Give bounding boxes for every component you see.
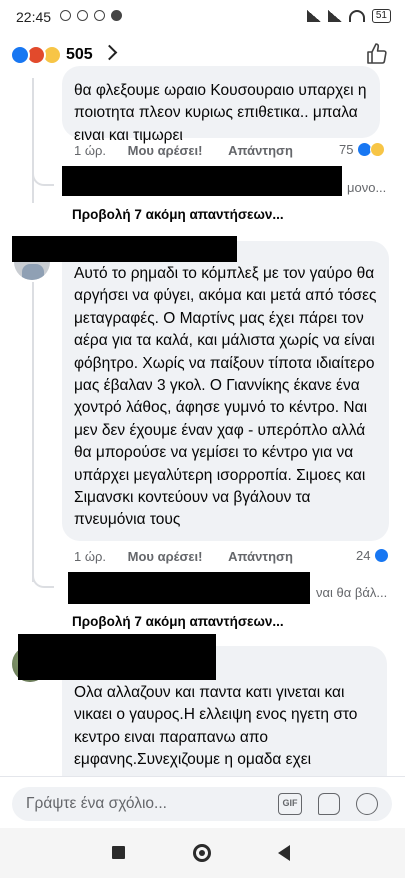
emoji-icon[interactable]	[356, 793, 378, 815]
thread-line	[32, 78, 34, 203]
comment-bubble[interactable]: θα φλεξουμε ωραιο Κουσουραιο υπαρχει η π…	[62, 66, 380, 144]
whatsapp-icon	[77, 10, 88, 21]
comment-reaction-count: 24	[356, 548, 371, 563]
comment-meta: 1 ώρ. Μου αρέσει! Απάντηση	[74, 549, 293, 564]
like-outline-icon[interactable]	[365, 42, 389, 66]
comment-reaction-count: 75	[339, 142, 354, 157]
comment-input[interactable]	[26, 787, 266, 821]
redacted-commenter-name	[12, 236, 237, 262]
comment-text: Ολα αλλαζουν και παντα κατι γινεται και …	[74, 684, 358, 769]
redacted-commenter-name	[18, 634, 216, 680]
comment-time: 1 ώρ.	[74, 549, 106, 564]
like-link[interactable]: Μου αρέσει!	[128, 143, 203, 158]
sync-icon	[60, 10, 71, 21]
redacted-reply-author	[62, 166, 342, 196]
comment-bubble[interactable]: Αυτό το ρημαδι το κόμπλεξ με τον γαύρο θ…	[62, 241, 389, 541]
home-icon[interactable]	[193, 844, 211, 862]
wifi-icon	[348, 10, 365, 22]
reply-connector	[32, 172, 54, 186]
like-reaction-icon	[10, 45, 30, 65]
like-reaction-icon	[374, 548, 390, 563]
signal-icon	[306, 10, 321, 22]
reply-link[interactable]: Απάντηση	[228, 549, 293, 564]
gif-icon[interactable]: GIF	[278, 793, 302, 815]
comment-text: Αυτό το ρημαδι το κόμπλεξ με τον γαύρο θ…	[74, 265, 377, 529]
chevron-right-icon[interactable]	[101, 44, 118, 61]
comment-time: 1 ώρ.	[74, 143, 106, 158]
comment-input-container[interactable]: GIF	[12, 787, 392, 821]
notification-icons	[60, 10, 122, 21]
view-more-replies-link[interactable]: Προβολή 7 ακόμη απαντήσεων...	[72, 614, 284, 629]
system-navigation-bar	[0, 828, 405, 878]
recents-icon[interactable]	[112, 846, 125, 859]
viber-icon	[94, 10, 105, 21]
battery-icon: 51	[371, 9, 391, 23]
like-link[interactable]: Μου αρέσει!	[128, 549, 203, 564]
post-reaction-count[interactable]: 505	[66, 46, 93, 64]
status-bar: 22:45 51	[0, 0, 405, 34]
sticker-icon[interactable]	[318, 793, 340, 815]
reply-link[interactable]: Απάντηση	[228, 143, 293, 158]
comment-composer: GIF	[0, 776, 405, 828]
back-icon[interactable]	[278, 845, 290, 861]
status-time: 22:45	[16, 9, 52, 25]
haha-reaction-icon	[370, 142, 386, 157]
view-more-replies-link[interactable]: Προβολή 7 ακόμη απαντήσεων...	[72, 207, 284, 222]
thread-line	[32, 282, 34, 582]
comment-meta: 1 ώρ. Μου αρέσει! Απάντηση	[74, 143, 293, 158]
redacted-reply-author	[68, 572, 310, 604]
facebook-icon	[111, 10, 122, 21]
comment-reaction-summary[interactable]: 75	[339, 142, 386, 157]
reply-connector	[32, 574, 54, 588]
signal-icon-2	[327, 10, 342, 22]
system-status: 51	[306, 9, 391, 23]
comment-reaction-summary[interactable]: 24	[356, 548, 390, 563]
comment-text: θα φλεξουμε ωραιο Κουσουραιο υπαρχει η π…	[74, 82, 367, 144]
reply-preview-text[interactable]: ναι θα βάλ...	[316, 585, 387, 600]
reply-preview-text[interactable]: μονο...	[347, 180, 386, 195]
